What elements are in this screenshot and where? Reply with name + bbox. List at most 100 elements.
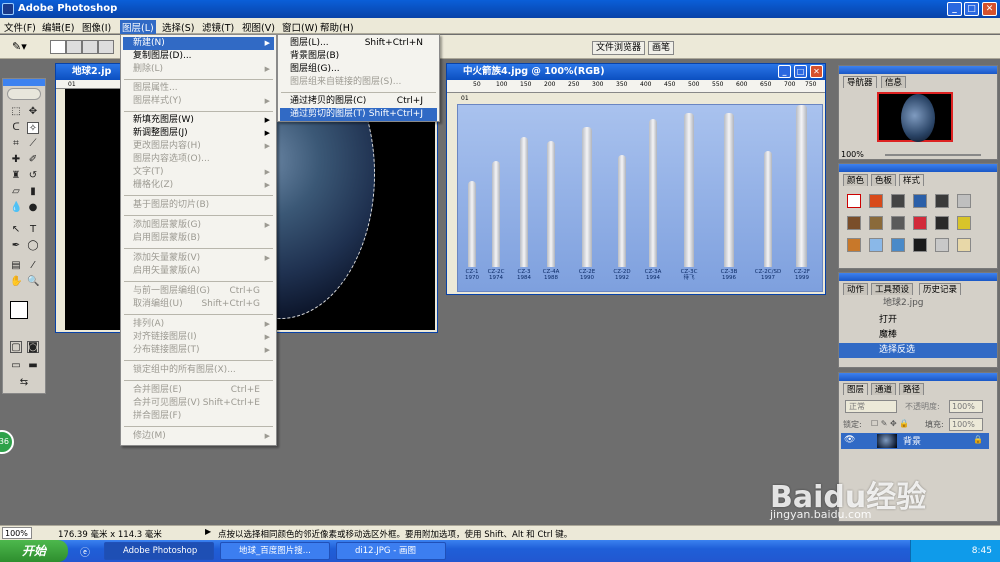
shape-tool-icon[interactable]: ◯ (27, 240, 39, 252)
status-arrow-icon[interactable]: ▶ (205, 527, 211, 536)
menu-item-enable-layer-mask[interactable]: 启用图层蒙版(B) (123, 232, 274, 245)
lock-icons[interactable]: ☐ ✎ ✥ 🔒 (871, 419, 909, 428)
healing-brush-icon[interactable]: ✚ (10, 154, 22, 166)
style-swatch[interactable] (847, 238, 861, 252)
add-selection-icon[interactable] (66, 40, 82, 54)
menu-item-add-vector-mask[interactable]: 添加矢量蒙版(V) ▶ (123, 252, 274, 265)
style-swatch[interactable] (891, 216, 905, 230)
style-swatch[interactable] (891, 238, 905, 252)
floating-badge[interactable]: 36 (0, 430, 14, 454)
tab-paths[interactable]: 路径 (899, 383, 925, 395)
style-swatch[interactable] (935, 216, 949, 230)
brush-tool-icon[interactable]: ✐ (27, 154, 39, 166)
history-item-magic-wand[interactable]: 魔棒 (839, 328, 997, 343)
submenu-item-layer-via-copy[interactable]: 通过拷贝的图层(C) Ctrl+J (280, 95, 437, 108)
tab-navigator[interactable]: 导航器 (843, 76, 877, 88)
gradient-tool-icon[interactable]: ▮ (27, 186, 39, 198)
full-screen-icon[interactable]: ▬ (27, 360, 39, 372)
opacity-field[interactable]: 100% (949, 400, 983, 413)
history-panel-header[interactable] (839, 273, 997, 281)
menu-item-matting[interactable]: 修边(M) ▶ (123, 430, 274, 443)
submenu-item-background-layer[interactable]: 背景图层(B) (280, 50, 437, 63)
submenu-item-layer-via-cut[interactable]: 通过剪切的图层(T) Shift+Ctrl+J (280, 108, 437, 121)
menu-item-layer-properties[interactable]: 图层属性... (123, 82, 274, 95)
layers-panel-header[interactable] (839, 373, 997, 381)
pen-tool-icon[interactable]: ✒ (10, 240, 22, 252)
task-baidu-search[interactable]: 地球_百度图片搜... (220, 542, 330, 560)
style-swatch[interactable] (913, 238, 927, 252)
dodge-tool-icon[interactable]: ● (27, 202, 39, 214)
rocket-document-window[interactable]: 中火箭族4.jpg @ 100%(RGB) _ □ ✕ 50 100 150 2… (446, 63, 826, 295)
menu-filter[interactable]: 滤镜(T) (202, 20, 234, 34)
menu-item-new[interactable]: 新建(N) ▶ (123, 37, 274, 50)
menu-item-distribute-linked[interactable]: 分布链接图层(T) ▶ (123, 344, 274, 357)
subtract-selection-icon[interactable] (82, 40, 98, 54)
brushes-tab[interactable]: 画笔 (648, 41, 675, 55)
menu-item-enable-vector-mask[interactable]: 启用矢量蒙版(A) (123, 265, 274, 278)
slice-tool-icon[interactable]: ⟋ (27, 138, 39, 150)
hand-tool-icon[interactable]: ✋ (10, 276, 22, 288)
start-button[interactable]: 开始 (0, 540, 68, 562)
style-swatch[interactable] (869, 194, 883, 208)
blur-tool-icon[interactable]: 💧 (10, 202, 22, 214)
tab-layers[interactable]: 图层 (843, 383, 869, 395)
menu-item-new-fill-layer[interactable]: 新填充图层(W) ▶ (123, 114, 274, 127)
history-item-open[interactable]: 打开 (839, 313, 997, 328)
styles-panel-header[interactable] (839, 164, 997, 172)
style-swatch[interactable] (869, 238, 883, 252)
history-item-select-inverse[interactable]: 选择反选 (839, 343, 997, 358)
new-selection-icon[interactable] (50, 40, 66, 54)
menu-item-layer-style[interactable]: 图层样式(Y) ▶ (123, 95, 274, 108)
menu-item-change-layer-content[interactable]: 更改图层内容(H) ▶ (123, 140, 274, 153)
tab-swatches[interactable]: 色板 (871, 174, 897, 186)
menu-item-group-with-previous[interactable]: 与前一图层编组(G) Ctrl+G (123, 285, 274, 298)
style-swatch[interactable] (891, 194, 905, 208)
layer-visibility-eye-icon[interactable]: 👁 (844, 435, 855, 445)
navigator-zoom[interactable]: 100% (841, 150, 864, 159)
style-swatch[interactable] (847, 194, 861, 208)
tab-styles[interactable]: 样式 (899, 174, 925, 186)
task-photoshop[interactable]: Adobe Photoshop (104, 542, 214, 560)
submenu-item-group-from-linked[interactable]: 图层组来自链接的图层(S)... (280, 76, 437, 89)
menu-select[interactable]: 选择(S) (162, 20, 194, 34)
zoom-tool-icon[interactable]: 🔍 (27, 276, 39, 288)
marquee-tool-icon[interactable]: ⬚ (10, 106, 22, 118)
menu-file[interactable]: 文件(F) (4, 20, 36, 34)
menu-item-rasterize[interactable]: 栅格化(Z) ▶ (123, 179, 274, 192)
navigator-preview[interactable] (877, 92, 953, 142)
menu-view[interactable]: 视图(V) (242, 20, 275, 34)
style-swatch[interactable] (957, 238, 971, 252)
rocket-close-button[interactable]: ✕ (810, 65, 823, 78)
stamp-tool-icon[interactable]: ♜ (10, 170, 22, 182)
status-zoom-field[interactable]: 100% (2, 527, 32, 539)
style-swatch[interactable] (847, 216, 861, 230)
menu-item-flatten-image[interactable]: 拼合图层(F) (123, 410, 274, 423)
photoshop-eye-logo[interactable] (7, 88, 41, 100)
style-swatch[interactable] (935, 194, 949, 208)
eraser-tool-icon[interactable]: ▱ (10, 186, 22, 198)
move-tool-icon[interactable]: ✥ (27, 106, 39, 118)
layer-row-background[interactable]: 👁 背景 🔒 (841, 433, 989, 449)
tab-color[interactable]: 颜色 (843, 174, 869, 186)
eyedropper-tool-icon[interactable]: ⁄ (27, 260, 39, 272)
style-swatch[interactable] (869, 216, 883, 230)
notes-tool-icon[interactable]: ▤ (10, 260, 22, 272)
submenu-item-layer[interactable]: 图层(L)... Shift+Ctrl+N (280, 37, 437, 50)
style-swatch[interactable] (913, 216, 927, 230)
tab-info[interactable]: 信息 (881, 76, 907, 88)
menu-help[interactable]: 帮助(H) (320, 20, 354, 34)
rocket-maximize-button[interactable]: □ (794, 65, 807, 78)
style-swatch[interactable] (935, 238, 949, 252)
path-selection-icon[interactable]: ↖ (10, 224, 22, 236)
style-swatch[interactable] (957, 194, 971, 208)
quicklaunch-ie-icon[interactable]: ⓔ (80, 544, 90, 559)
style-swatch[interactable] (913, 194, 927, 208)
file-browser-tab[interactable]: 文件浏览器 (592, 41, 646, 55)
menu-item-add-layer-mask[interactable]: 添加图层蒙版(G) ▶ (123, 219, 274, 232)
menu-edit[interactable]: 编辑(E) (42, 20, 74, 34)
menu-item-merge-layers[interactable]: 合并图层(E) Ctrl+E (123, 384, 274, 397)
menu-item-layer-content-options[interactable]: 图层内容选项(O)... (123, 153, 274, 166)
menu-item-lock-all-layers[interactable]: 锁定组中的所有图层(X)... (123, 364, 274, 377)
menu-item-duplicate-layer[interactable]: 复制图层(D)... (123, 50, 274, 63)
menu-item-layer-based-slice[interactable]: 基于图层的切片(B) (123, 199, 274, 212)
